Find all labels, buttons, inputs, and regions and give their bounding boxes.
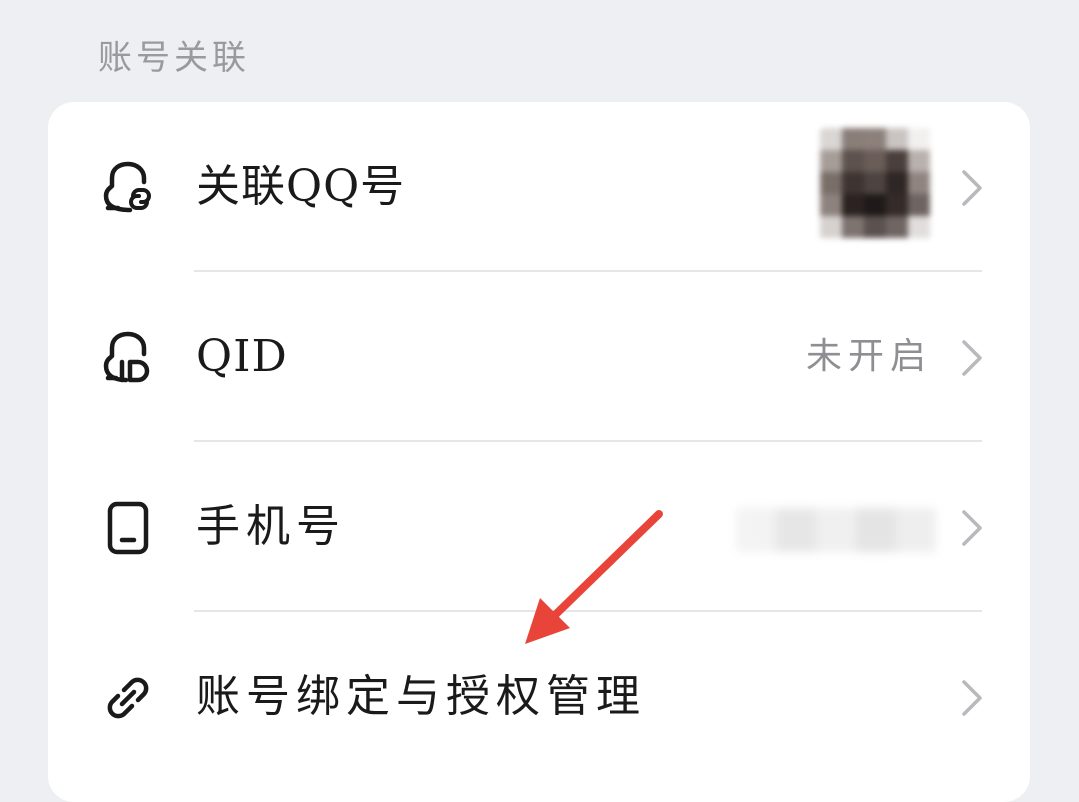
account-link-card: 关联QQ号 QID 未开启 手机号 账号绑定与授权管理	[48, 102, 1030, 802]
row-account-binding[interactable]: 账号绑定与授权管理	[48, 612, 1030, 782]
row-label: QID	[196, 331, 288, 382]
section-title: 账号关联	[98, 38, 250, 78]
qid-status: 未开启	[805, 336, 932, 377]
chevron-right-icon	[962, 340, 982, 376]
qid-icon	[103, 331, 150, 383]
qq-link-icon	[103, 161, 151, 213]
phone-icon	[107, 501, 149, 555]
row-phone[interactable]: 手机号	[48, 442, 1030, 612]
row-link-qq[interactable]: 关联QQ号	[48, 102, 1030, 272]
phone-number-masked	[736, 508, 936, 552]
chevron-right-icon	[962, 510, 982, 546]
link-icon	[107, 677, 149, 719]
row-label: 关联QQ号	[196, 161, 406, 212]
row-label: 账号绑定与授权管理	[196, 671, 646, 722]
avatar	[820, 128, 940, 248]
chevron-right-icon	[962, 680, 982, 716]
row-qid[interactable]: QID 未开启	[48, 272, 1030, 442]
chevron-right-icon	[962, 170, 982, 206]
row-label: 手机号	[196, 501, 346, 552]
